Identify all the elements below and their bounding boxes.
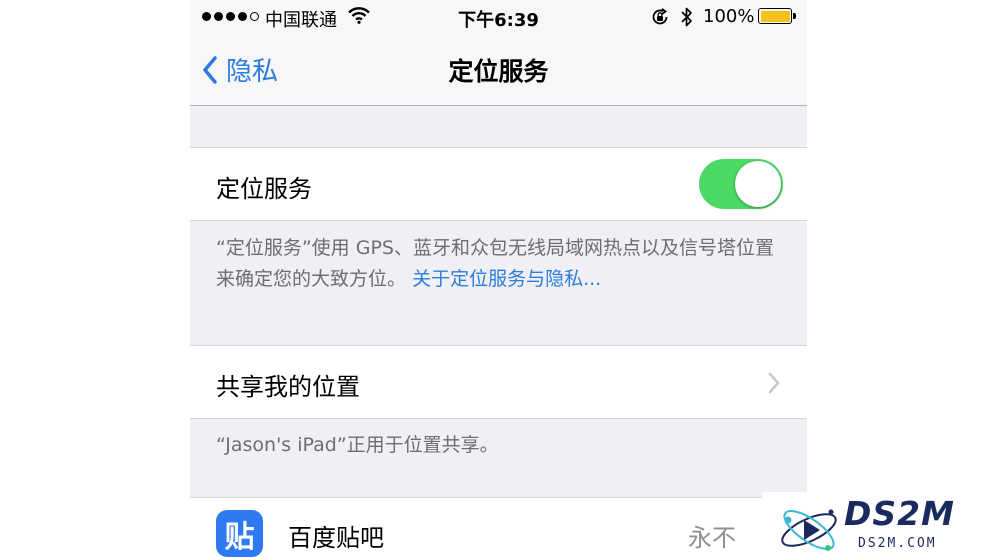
app-row-baidu-tieba[interactable]: 贴 百度贴吧 永不 xyxy=(190,497,807,560)
app-name: 百度贴吧 xyxy=(288,524,384,552)
baidu-tieba-app-icon: 贴 xyxy=(216,510,263,557)
location-services-footer: “定位服务”使用 GPS、蓝牙和众包无线局域网热点以及信号塔位置来确定您的大致方… xyxy=(216,233,786,295)
about-location-privacy-link[interactable]: 关于定位服务与隐私... xyxy=(412,268,601,290)
page-title: 定位服务 xyxy=(448,57,549,86)
watermark: DS2M DS2M.COM xyxy=(762,492,1000,560)
navigation-bar: 隐私 定位服务 xyxy=(190,34,807,106)
share-my-location-label: 共享我的位置 xyxy=(216,373,360,401)
share-my-location-row[interactable]: 共享我的位置 xyxy=(190,345,807,419)
battery-percent: 100% xyxy=(703,6,755,27)
app-location-permission-value: 永不 xyxy=(688,524,736,552)
location-services-switch[interactable] xyxy=(699,159,783,209)
watermark-logo-icon xyxy=(781,509,837,551)
phone-screen: 中国联通 下午6:39 100% 隐私 定位服务 定位服务 “定位服务”使用 G… xyxy=(190,0,807,560)
status-bar: 中国联通 下午6:39 100% xyxy=(190,0,807,34)
chevron-right-icon xyxy=(768,372,780,394)
location-services-label: 定位服务 xyxy=(216,175,312,203)
switch-knob xyxy=(735,161,781,207)
bluetooth-icon xyxy=(680,6,694,32)
battery-icon xyxy=(758,8,796,24)
location-services-row: 定位服务 xyxy=(190,147,807,221)
watermark-domain: DS2M.COM xyxy=(858,536,937,551)
watermark-brand: DS2M xyxy=(844,494,955,533)
rotation-lock-icon xyxy=(650,7,670,31)
share-location-footer: “Jason's iPad”正用于位置共享。 xyxy=(216,434,499,456)
